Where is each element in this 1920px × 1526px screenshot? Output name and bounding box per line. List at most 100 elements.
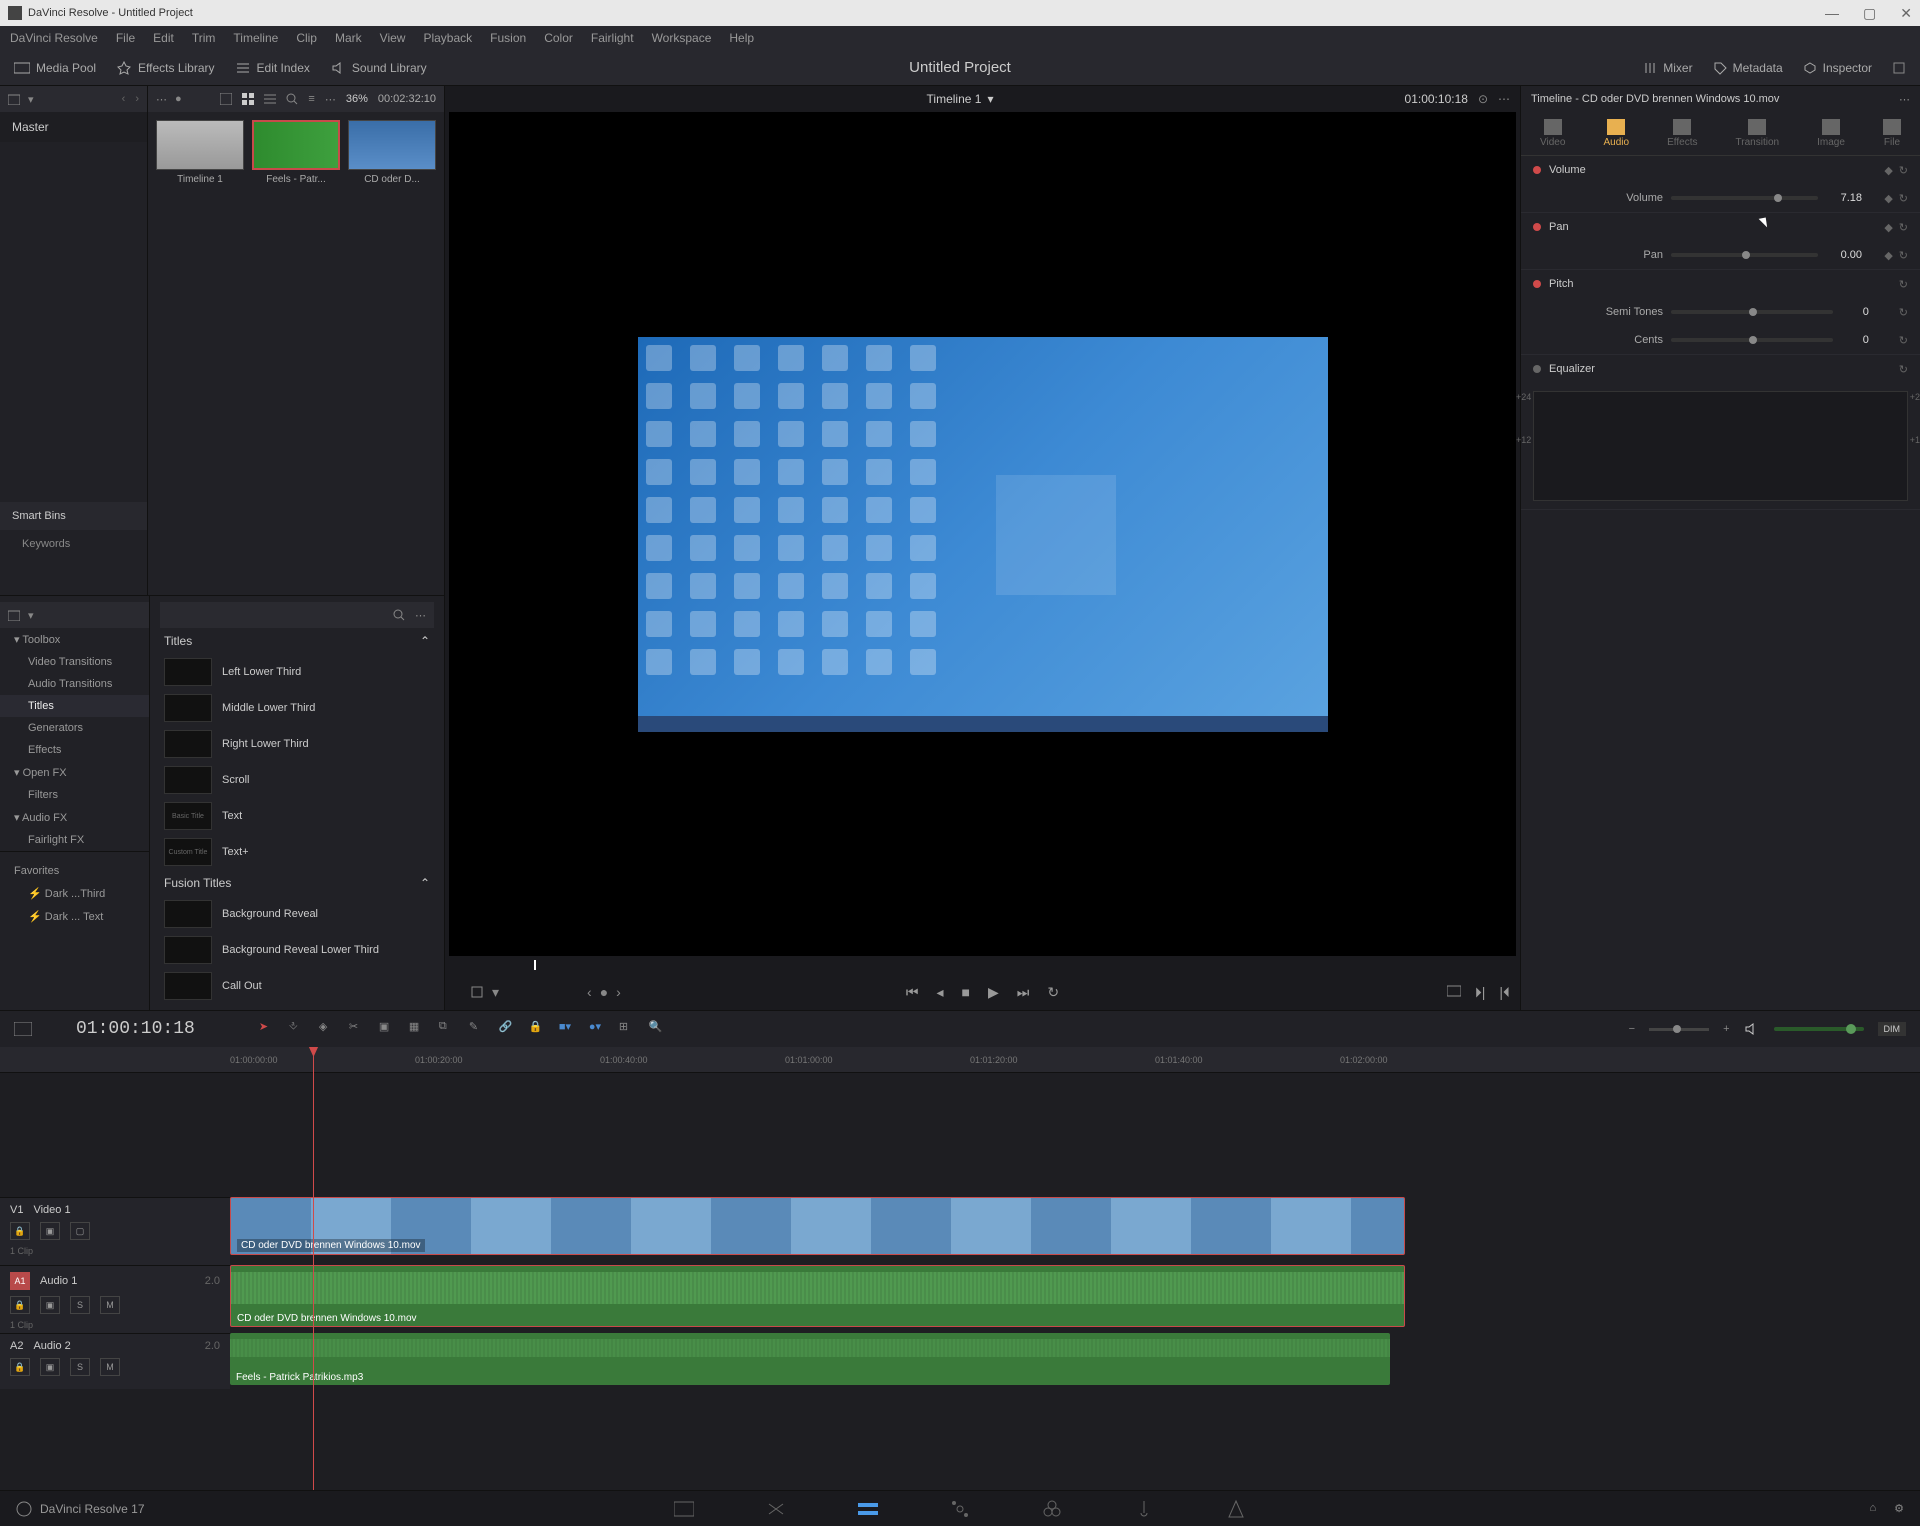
nav-back-icon[interactable]: ‹ — [122, 93, 126, 105]
media-pool-button[interactable]: Media Pool — [14, 61, 96, 75]
menu-trim[interactable]: Trim — [192, 31, 216, 45]
keyframe-icon[interactable]: ◆ — [1884, 192, 1892, 205]
collapse-icon[interactable]: ⌃ — [420, 634, 430, 648]
menu-dots-icon[interactable]: ⋯ — [325, 93, 336, 106]
eq-graph[interactable]: +24 +12 +24 +12 — [1533, 391, 1908, 501]
fx-cat-filters[interactable]: Filters — [0, 784, 149, 806]
zoom-level[interactable]: 36% — [346, 93, 368, 105]
menu-playback[interactable]: Playback — [423, 31, 472, 45]
title-left-lower[interactable]: Left Lower Third — [160, 654, 434, 690]
edit-index-button[interactable]: Edit Index — [235, 61, 310, 75]
fx-cat-atrans[interactable]: Audio Transitions — [0, 673, 149, 695]
mixer-button[interactable]: Mixer — [1643, 61, 1692, 75]
go-start-icon[interactable]: ⏮ — [906, 984, 919, 1001]
mute-button[interactable]: M — [100, 1358, 120, 1376]
page-media[interactable] — [673, 1498, 695, 1520]
dynamic-trim-tool[interactable]: ◈ — [319, 1020, 337, 1038]
mute-icon[interactable] — [1744, 1022, 1760, 1036]
crop-icon[interactable] — [470, 985, 484, 999]
menu-edit[interactable]: Edit — [153, 31, 174, 45]
solo-button[interactable]: S — [70, 1358, 90, 1376]
sort-icon[interactable]: ≡ — [308, 93, 314, 105]
cents-value[interactable]: 0 — [1841, 334, 1891, 346]
semitones-value[interactable]: 0 — [1841, 306, 1891, 318]
tab-effects[interactable]: Effects — [1659, 115, 1705, 152]
match-frame-icon[interactable] — [1447, 984, 1461, 998]
fx-cat-generators[interactable]: Generators — [0, 717, 149, 739]
marker-icon[interactable]: ● — [600, 984, 608, 1000]
fusion-callout[interactable]: Call Out — [160, 968, 434, 1004]
collapse-icon[interactable]: ⌃ — [420, 876, 430, 890]
solo-button[interactable]: S — [70, 1296, 90, 1314]
go-end-icon[interactable]: ⏭ — [1017, 984, 1030, 1001]
thumb-view-icon[interactable] — [242, 93, 254, 105]
metadata-view-icon[interactable] — [220, 93, 232, 105]
menu-help[interactable]: Help — [729, 31, 754, 45]
auto-select-button[interactable]: ▣ — [40, 1358, 60, 1376]
home-icon[interactable]: ⌂ — [1869, 1502, 1876, 1515]
track-dest-button[interactable]: A1 — [10, 1272, 30, 1290]
keyframe-icon[interactable]: ◆ — [1884, 249, 1892, 262]
auto-select-button[interactable]: ▣ — [40, 1296, 60, 1314]
search-icon[interactable] — [286, 93, 298, 105]
lock-tool[interactable]: 🔒 — [529, 1020, 547, 1038]
playhead[interactable] — [313, 1047, 314, 1490]
enable-dot[interactable] — [1533, 223, 1541, 231]
chevron-down-icon[interactable]: ▾ — [28, 93, 34, 106]
insert-tool[interactable]: ▣ — [379, 1020, 397, 1038]
flag-tool[interactable]: ■▾ — [559, 1020, 577, 1038]
pan-value[interactable]: 0.00 — [1826, 249, 1876, 261]
fx-cat-audiofx[interactable]: ▾ Audio FX — [0, 806, 149, 829]
mute-button[interactable]: M — [100, 1296, 120, 1314]
viewer-scrubber[interactable] — [449, 956, 1516, 974]
bin-icon[interactable] — [8, 93, 20, 105]
close-button[interactable]: ✕ — [1900, 5, 1912, 22]
metadata-button[interactable]: Metadata — [1713, 61, 1783, 75]
video-clip[interactable]: CD oder DVD brennen Windows 10.mov — [230, 1197, 1405, 1255]
tl-view-icon[interactable] — [14, 1022, 32, 1036]
tab-transition[interactable]: Transition — [1728, 115, 1788, 152]
link-tool[interactable]: 🔗 — [499, 1020, 517, 1038]
minimize-button[interactable]: — — [1825, 5, 1839, 22]
play-icon[interactable]: ▶ — [988, 984, 999, 1001]
title-middle-lower[interactable]: Middle Lower Third — [160, 690, 434, 726]
zoom-in-icon[interactable]: + — [1723, 1023, 1729, 1035]
timeline-timecode[interactable]: 01:00:10:18 — [76, 1019, 195, 1039]
lock-track-button[interactable]: 🔒 — [10, 1222, 30, 1240]
maximize-button[interactable]: ▢ — [1863, 5, 1876, 22]
prev-frame-icon[interactable]: ◂ — [936, 984, 943, 1001]
reset-icon[interactable]: ↻ — [1899, 278, 1908, 291]
keywords-bin[interactable]: Keywords — [0, 530, 147, 558]
nav-fwd-icon[interactable]: › — [135, 93, 139, 105]
fx-cat-fairlight[interactable]: Fairlight FX — [0, 829, 149, 851]
fav-item[interactable]: ⚡ Dark ... Text — [0, 905, 149, 928]
chevron-down-icon[interactable]: ▾ — [492, 984, 499, 1001]
fx-cat-openfx[interactable]: ▾ Open FX — [0, 761, 149, 784]
tab-video[interactable]: Video — [1532, 115, 1573, 152]
search-tool[interactable]: 🔍 — [649, 1020, 667, 1038]
volume-value[interactable]: 7.18 — [1826, 192, 1876, 204]
razor-tool[interactable]: ✎ — [469, 1020, 487, 1038]
effects-library-button[interactable]: Effects Library — [116, 61, 214, 75]
track-head-a1[interactable]: A1Audio 12.0 🔒 ▣ S M 1 Clip — [0, 1265, 230, 1333]
auto-select-button[interactable]: ▣ — [40, 1222, 60, 1240]
fx-cat-toolbox[interactable]: ▾ Toolbox — [0, 628, 149, 651]
expand-icon[interactable] — [1892, 61, 1906, 75]
reset-icon[interactable]: ↻ — [1899, 334, 1908, 347]
timeline-tracks[interactable]: 01:00:00:00 01:00:20:00 01:00:40:00 01:0… — [230, 1047, 1920, 1490]
select-tool[interactable]: ➤ — [259, 1020, 277, 1038]
title-text-plus[interactable]: Custom TitleText+ — [160, 834, 434, 870]
chevron-down-icon[interactable]: ▾ — [987, 92, 993, 106]
marker-tool[interactable]: ●▾ — [589, 1020, 607, 1038]
reset-icon[interactable]: ↻ — [1899, 306, 1908, 319]
page-cut[interactable] — [765, 1498, 787, 1520]
inspector-button[interactable]: Inspector — [1803, 61, 1872, 75]
page-fusion[interactable] — [949, 1498, 971, 1520]
keyframe-icon[interactable]: ◆ — [1884, 164, 1892, 177]
fx-panel-icon[interactable] — [8, 609, 20, 621]
viewer-options-icon[interactable]: ⊙ — [1478, 92, 1488, 106]
clip-cd-dvd[interactable]: CD oder D... — [348, 120, 436, 185]
reset-icon[interactable]: ↻ — [1899, 221, 1908, 234]
fav-item[interactable]: ⚡ Dark ...Third — [0, 882, 149, 905]
fx-cat-vtrans[interactable]: Video Transitions — [0, 651, 149, 673]
